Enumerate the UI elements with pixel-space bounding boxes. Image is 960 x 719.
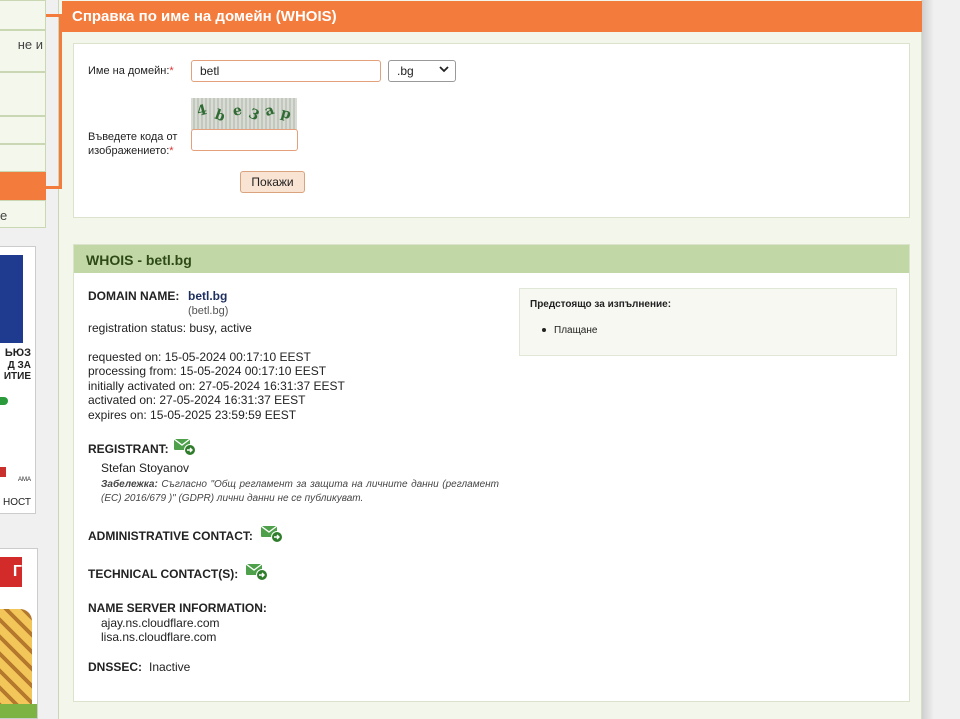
sidebar-banner[interactable]: ЬЮЗ Д ЗА ИТИЕ АМА НОСТ xyxy=(0,246,36,514)
activated-on: activated on: 27-05-2024 16:31:37 EEST xyxy=(88,393,306,407)
sidebar-item[interactable] xyxy=(0,116,46,144)
tld-selected-value: .bg xyxy=(397,64,414,78)
name-server: lisa.ns.cloudflare.com xyxy=(101,630,217,644)
sidebar-item[interactable] xyxy=(0,144,46,172)
active-nav-connector xyxy=(46,14,62,189)
domain-name-label: DOMAIN NAME: xyxy=(88,289,180,303)
gdpr-note: Забележка: Съгласно "Общ регламент за за… xyxy=(101,478,499,506)
tld-select[interactable]: .bg xyxy=(388,60,456,82)
sidebar-item-label: не и xyxy=(17,37,43,52)
captcha-char: 3 xyxy=(246,105,262,125)
registrant-name: Stefan Stoyanov xyxy=(101,461,190,475)
captcha-image: 4 b e 3 a p xyxy=(191,98,297,130)
pending-item-text: Плащане xyxy=(554,325,598,336)
pending-title: Предстоящо за изпълнение: xyxy=(530,299,672,310)
registration-status: registration status: busy, active xyxy=(88,321,252,335)
gdpr-note-label: Забележка: xyxy=(101,479,158,490)
tech-contact-label: TECHNICAL CONTACT(S): xyxy=(88,567,239,581)
sidebar-item[interactable]: не и xyxy=(0,30,46,72)
banner-green-shape xyxy=(0,397,8,405)
gdpr-note-text: Съгласно "Общ регламент за защита на лич… xyxy=(101,479,499,504)
whois-form: Име на домейн:* .bg 4 b e 3 a p Въведете… xyxy=(73,43,910,218)
registrant-label: REGISTRANT: xyxy=(88,442,169,456)
captcha-char: e xyxy=(231,102,244,120)
admin-contact-label: ADMINISTRATIVE CONTACT: xyxy=(88,529,253,543)
requested-on: requested on: 15-05-2024 00:17:10 EEST xyxy=(88,350,311,364)
domain-label: Име на домейн:* xyxy=(88,64,174,78)
send-mail-icon[interactable] xyxy=(173,438,196,456)
captcha-char: b xyxy=(212,106,228,126)
dnssec-label: DNSSEC: xyxy=(88,660,143,674)
initially-activated-on: initially activated on: 27-05-2024 16:31… xyxy=(88,379,345,393)
banner-text: НОСТ xyxy=(3,497,31,508)
banner-text: Д ЗА xyxy=(7,360,31,371)
domain-input[interactable] xyxy=(191,60,381,82)
name-server-label: NAME SERVER INFORMATION: xyxy=(88,601,267,615)
whois-result-heading: WHOIS - betl.bg xyxy=(74,245,909,273)
expires-on: expires on: 15-05-2025 23:59:59 EEST xyxy=(88,408,297,422)
domain-name-ascii: (betl.bg) xyxy=(188,305,229,317)
sidebar-banner-2[interactable]: Г xyxy=(0,548,38,719)
sidebar-item-active[interactable] xyxy=(0,172,46,200)
domain-label-text: Име на домейн: xyxy=(88,65,170,77)
captcha-char: a xyxy=(262,101,277,121)
pending-actions-box: Предстоящо за изпълнение: Плащане xyxy=(519,288,897,356)
banner2-logo: Г xyxy=(0,557,22,587)
pending-item: Плащане xyxy=(542,324,597,338)
sidebar-item[interactable] xyxy=(0,0,46,30)
captcha-label: Въведете кода от изображението:* xyxy=(88,130,177,158)
right-edge-shadow xyxy=(922,0,934,719)
captcha-char: 4 xyxy=(195,102,209,120)
domain-name-value: betl.bg xyxy=(188,289,228,303)
processing-from: processing from: 15-05-2024 00:17:10 EES… xyxy=(88,364,327,378)
send-mail-icon[interactable] xyxy=(245,563,268,581)
send-mail-icon[interactable] xyxy=(260,525,283,543)
banner-text: АМА xyxy=(17,477,31,483)
show-button[interactable]: Покажи xyxy=(240,171,305,193)
sidebar-item[interactable] xyxy=(0,72,46,116)
dnssec-value: Inactive xyxy=(149,660,191,674)
page: не и е ЬЮЗ Д ЗА ИТИЕ АМА НОСТ Г Справка … xyxy=(0,0,960,719)
banner-flag-graphic xyxy=(0,255,23,343)
name-server: ajay.ns.cloudflare.com xyxy=(101,616,220,630)
required-marker: * xyxy=(169,145,174,157)
page-title: Справка по име на домейн (WHOIS) xyxy=(62,1,922,32)
required-marker: * xyxy=(169,65,174,77)
banner2-text: Г xyxy=(12,563,22,580)
banner-text: ЬЮЗ xyxy=(4,347,31,359)
grass-image xyxy=(0,704,37,718)
whois-result: WHOIS - betl.bg DOMAIN NAME: betl.bg (be… xyxy=(73,244,910,702)
captcha-label-line2: изображението: xyxy=(88,145,170,157)
chevron-down-icon xyxy=(439,64,449,77)
sidebar-item[interactable]: е xyxy=(0,200,46,228)
bullet-icon xyxy=(542,328,546,333)
sidebar-item-label: е xyxy=(0,208,8,223)
captcha-input[interactable] xyxy=(191,129,298,151)
banner-text: ИТИЕ xyxy=(3,371,31,382)
banner-red-shape xyxy=(0,467,6,477)
captcha-char: p xyxy=(279,105,293,123)
giraffe-image xyxy=(0,609,32,718)
captcha-label-line1: Въведете кода от xyxy=(88,131,178,143)
